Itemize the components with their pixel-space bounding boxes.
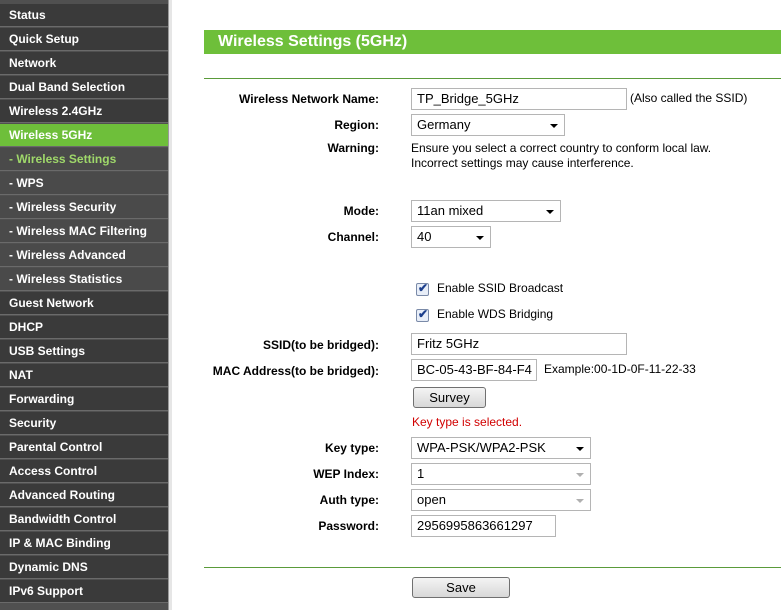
save-button[interactable]: Save <box>412 577 510 598</box>
ssid-label: Wireless Network Name: <box>239 92 379 106</box>
bridged-mac-label: MAC Address(to be bridged): <box>212 364 379 378</box>
ssid-broadcast-label: Enable SSID Broadcast <box>437 281 564 295</box>
bridged-ssid-input[interactable]: Fritz 5GHz <box>411 333 627 355</box>
sidebar-item-network[interactable]: Network <box>0 52 168 75</box>
mac-example-hint: Example:00-1D-0F-11-22-33 <box>544 362 696 376</box>
sidebar-item-bandwidth-control[interactable]: Bandwidth Control <box>0 508 168 531</box>
sidebar-item-status[interactable]: Status <box>0 4 168 27</box>
sidebar-item-wireless-5ghz[interactable]: Wireless 5GHz <box>0 124 168 147</box>
key-type-select[interactable]: WPA-PSK/WPA2-PSK <box>411 437 591 459</box>
page-title: Wireless Settings (5GHz) <box>204 30 781 54</box>
region-value: Germany <box>417 117 471 132</box>
bridged-ssid-label: SSID(to be bridged): <box>263 338 379 352</box>
wep-index-select[interactable]: 1 <box>411 463 591 485</box>
sidebar-item-wireless-mac-filtering[interactable]: - Wireless MAC Filtering <box>0 220 168 243</box>
sidebar-item-wireless-statistics[interactable]: - Wireless Statistics <box>0 268 168 291</box>
sidebar-item-wireless-advanced[interactable]: - Wireless Advanced <box>0 244 168 267</box>
bottom-divider <box>204 567 781 568</box>
password-label: Password: <box>318 519 379 533</box>
sidebar-item-nat[interactable]: NAT <box>0 364 168 387</box>
region-select[interactable]: Germany <box>411 114 565 136</box>
sidebar-item-ip-mac-binding[interactable]: IP & MAC Binding <box>0 532 168 555</box>
sidebar-item-dhcp[interactable]: DHCP <box>0 316 168 339</box>
wds-bridging-checkbox[interactable]: ✔ <box>416 307 429 322</box>
chevron-down-icon <box>576 447 584 451</box>
sidebar-item-access-control[interactable]: Access Control <box>0 460 168 483</box>
sidebar-scroll-rail <box>168 0 172 610</box>
chevron-down-icon <box>546 210 554 214</box>
sidebar-item-wireless-settings[interactable]: - Wireless Settings <box>0 148 168 171</box>
password-input[interactable]: 2956995863661297 <box>411 515 556 537</box>
auth-type-select[interactable]: open <box>411 489 591 511</box>
key-type-label: Key type: <box>324 441 379 455</box>
channel-value: 40 <box>417 229 432 244</box>
key-status-message: Key type is selected. <box>412 415 523 429</box>
sidebar-item-usb-settings[interactable]: USB Settings <box>0 340 168 363</box>
warning-line-1: Ensure you select a correct country to c… <box>411 141 712 155</box>
sidebar-item-wireless-security[interactable]: - Wireless Security <box>0 196 168 219</box>
sidebar-item-dual-band-selection[interactable]: Dual Band Selection <box>0 76 168 99</box>
wep-index-value: 1 <box>417 466 425 481</box>
chevron-down-icon <box>576 499 584 503</box>
auth-type-label: Auth type: <box>319 493 379 507</box>
bridged-mac-input[interactable]: BC-05-43-BF-84-F4 <box>411 359 537 381</box>
sidebar-item-ipv6-support[interactable]: IPv6 Support <box>0 580 168 603</box>
channel-select[interactable]: 40 <box>411 226 491 248</box>
sidebar-item-parental-control[interactable]: Parental Control <box>0 436 168 459</box>
top-divider <box>204 78 781 79</box>
chevron-down-icon <box>576 473 584 477</box>
sidebar-item-quick-setup[interactable]: Quick Setup <box>0 28 168 51</box>
sidebar-item-advanced-routing[interactable]: Advanced Routing <box>0 484 168 507</box>
warning-label: Warning: <box>327 141 379 155</box>
chevron-down-icon <box>550 124 558 128</box>
auth-type-value: open <box>417 492 446 507</box>
ssid-hint: (Also called the SSID) <box>630 91 748 105</box>
sidebar-item-security[interactable]: Security <box>0 412 168 435</box>
mode-select[interactable]: 11an mixed <box>411 200 561 222</box>
checkmark-icon: ✔ <box>418 307 429 321</box>
key-type-value: WPA-PSK/WPA2-PSK <box>417 440 546 455</box>
wep-index-label: WEP Index: <box>313 467 379 481</box>
mode-value: 11an mixed <box>417 203 484 218</box>
sidebar: Status Quick Setup Network Dual Band Sel… <box>0 0 168 610</box>
sidebar-item-wireless-24ghz[interactable]: Wireless 2.4GHz <box>0 100 168 123</box>
region-label: Region: <box>334 118 379 132</box>
ssid-input[interactable]: TP_Bridge_5GHz <box>411 88 627 110</box>
sidebar-item-dynamic-dns[interactable]: Dynamic DNS <box>0 556 168 579</box>
wds-bridging-label: Enable WDS Bridging <box>437 307 554 321</box>
warning-line-2: Incorrect settings may cause interferenc… <box>411 156 634 170</box>
chevron-down-icon <box>476 236 484 240</box>
sidebar-item-wps[interactable]: - WPS <box>0 172 168 195</box>
sidebar-item-forwarding[interactable]: Forwarding <box>0 388 168 411</box>
survey-button[interactable]: Survey <box>413 387 486 408</box>
sidebar-item-guest-network[interactable]: Guest Network <box>0 292 168 315</box>
ssid-broadcast-checkbox[interactable]: ✔ <box>416 281 429 296</box>
channel-label: Channel: <box>327 230 379 244</box>
checkmark-icon: ✔ <box>418 281 429 295</box>
mode-label: Mode: <box>343 204 379 218</box>
